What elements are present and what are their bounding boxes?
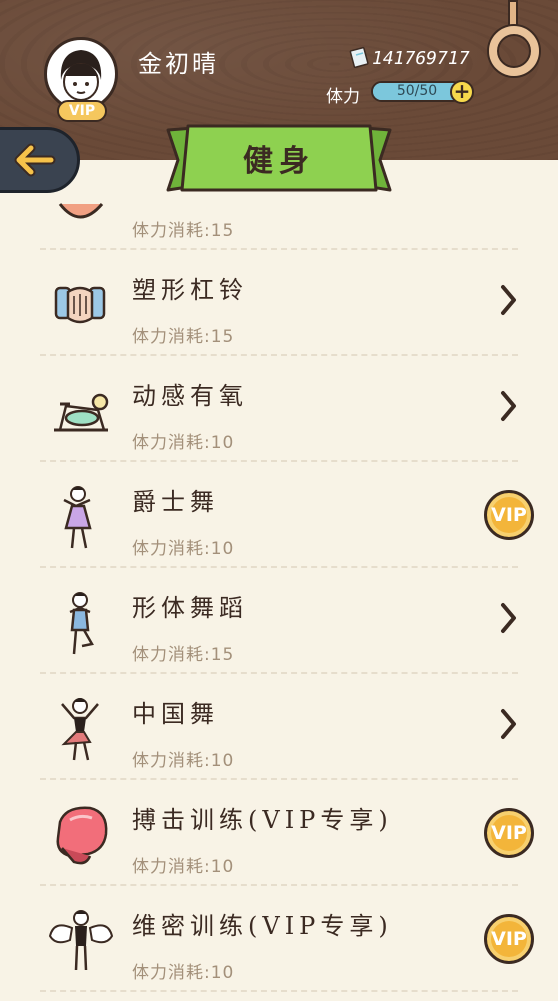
item-cost: 体力消耗:15 — [132, 327, 235, 347]
angel-wings-icon — [48, 910, 114, 971]
chinese-dancer-icon — [61, 698, 99, 761]
item-name: 中国舞 — [132, 700, 219, 728]
back-button[interactable] — [0, 127, 80, 193]
posture-dancer-icon — [69, 592, 94, 655]
item-cost: 体力消耗:10 — [132, 433, 235, 453]
chevron-right-icon[interactable] — [498, 601, 518, 635]
list-item[interactable]: 体力消耗:15 — [40, 200, 518, 250]
list-item[interactable]: 形体舞蹈 体力消耗:15 — [40, 568, 518, 674]
item-cost: 体力消耗:10 — [132, 539, 235, 559]
dumbbell-icon — [54, 286, 106, 324]
item-cost: 体力消耗:15 — [132, 221, 235, 241]
list-item[interactable]: 维密训练(VIP专享) 体力消耗:10 VIP — [40, 886, 534, 992]
item-name: 塑形杠铃 — [132, 276, 248, 304]
item-cost: 体力消耗:10 — [132, 751, 235, 771]
page-title: 健身 — [243, 144, 315, 179]
item-name: 维密训练(VIP专享) — [132, 912, 393, 940]
money-icon — [349, 46, 369, 68]
list-item[interactable]: 中国舞 体力消耗:10 — [40, 674, 518, 780]
chevron-right-icon[interactable] — [498, 707, 518, 741]
add-stamina-button[interactable]: + — [450, 80, 474, 104]
chevron-right-icon[interactable] — [498, 283, 518, 317]
vip-coin-button[interactable]: VIP — [484, 808, 534, 858]
list-item[interactable]: 搏击训练(VIP专享) 体力消耗:10 VIP — [40, 780, 534, 886]
partial-item-icon — [58, 203, 104, 219]
vip-coin-button[interactable]: VIP — [484, 914, 534, 964]
username: 金初晴 — [138, 50, 219, 78]
list-item[interactable]: 动感有氧 体力消耗:10 — [40, 356, 518, 462]
item-name: 爵士舞 — [132, 488, 219, 516]
activity-list: 体力消耗:15 塑形杠铃 体力消耗:15 动感有氧 体力消耗:10 爵士舞 体力… — [0, 200, 558, 1001]
list-item[interactable]: 爵士舞 体力消耗:10 VIP — [40, 462, 534, 568]
stamina-value: 50/50 — [396, 83, 438, 99]
item-cost: 体力消耗:10 — [132, 963, 235, 983]
ring-icon[interactable] — [489, 26, 539, 76]
vip-badge: VIP — [57, 100, 107, 122]
stamina-label: 体力 — [326, 87, 360, 107]
vip-coin-button[interactable]: VIP — [484, 490, 534, 540]
chevron-right-icon[interactable] — [498, 389, 518, 423]
arrow-left-icon — [14, 143, 56, 177]
boxing-glove-icon — [56, 806, 108, 865]
ring-cord — [508, 0, 518, 28]
item-name: 动感有氧 — [132, 382, 248, 410]
money-amount: 141769717 — [372, 48, 470, 69]
avatar-face-icon — [60, 50, 102, 101]
jazz-dancer-icon — [63, 486, 92, 549]
item-cost: 体力消耗:15 — [132, 645, 235, 665]
item-name: 搏击训练(VIP专享) — [132, 806, 393, 834]
exercise-bike-icon — [54, 393, 109, 432]
item-cost: 体力消耗:10 — [132, 857, 235, 877]
list-item[interactable]: 塑形杠铃 体力消耗:15 — [40, 250, 518, 356]
item-name: 形体舞蹈 — [132, 594, 248, 622]
